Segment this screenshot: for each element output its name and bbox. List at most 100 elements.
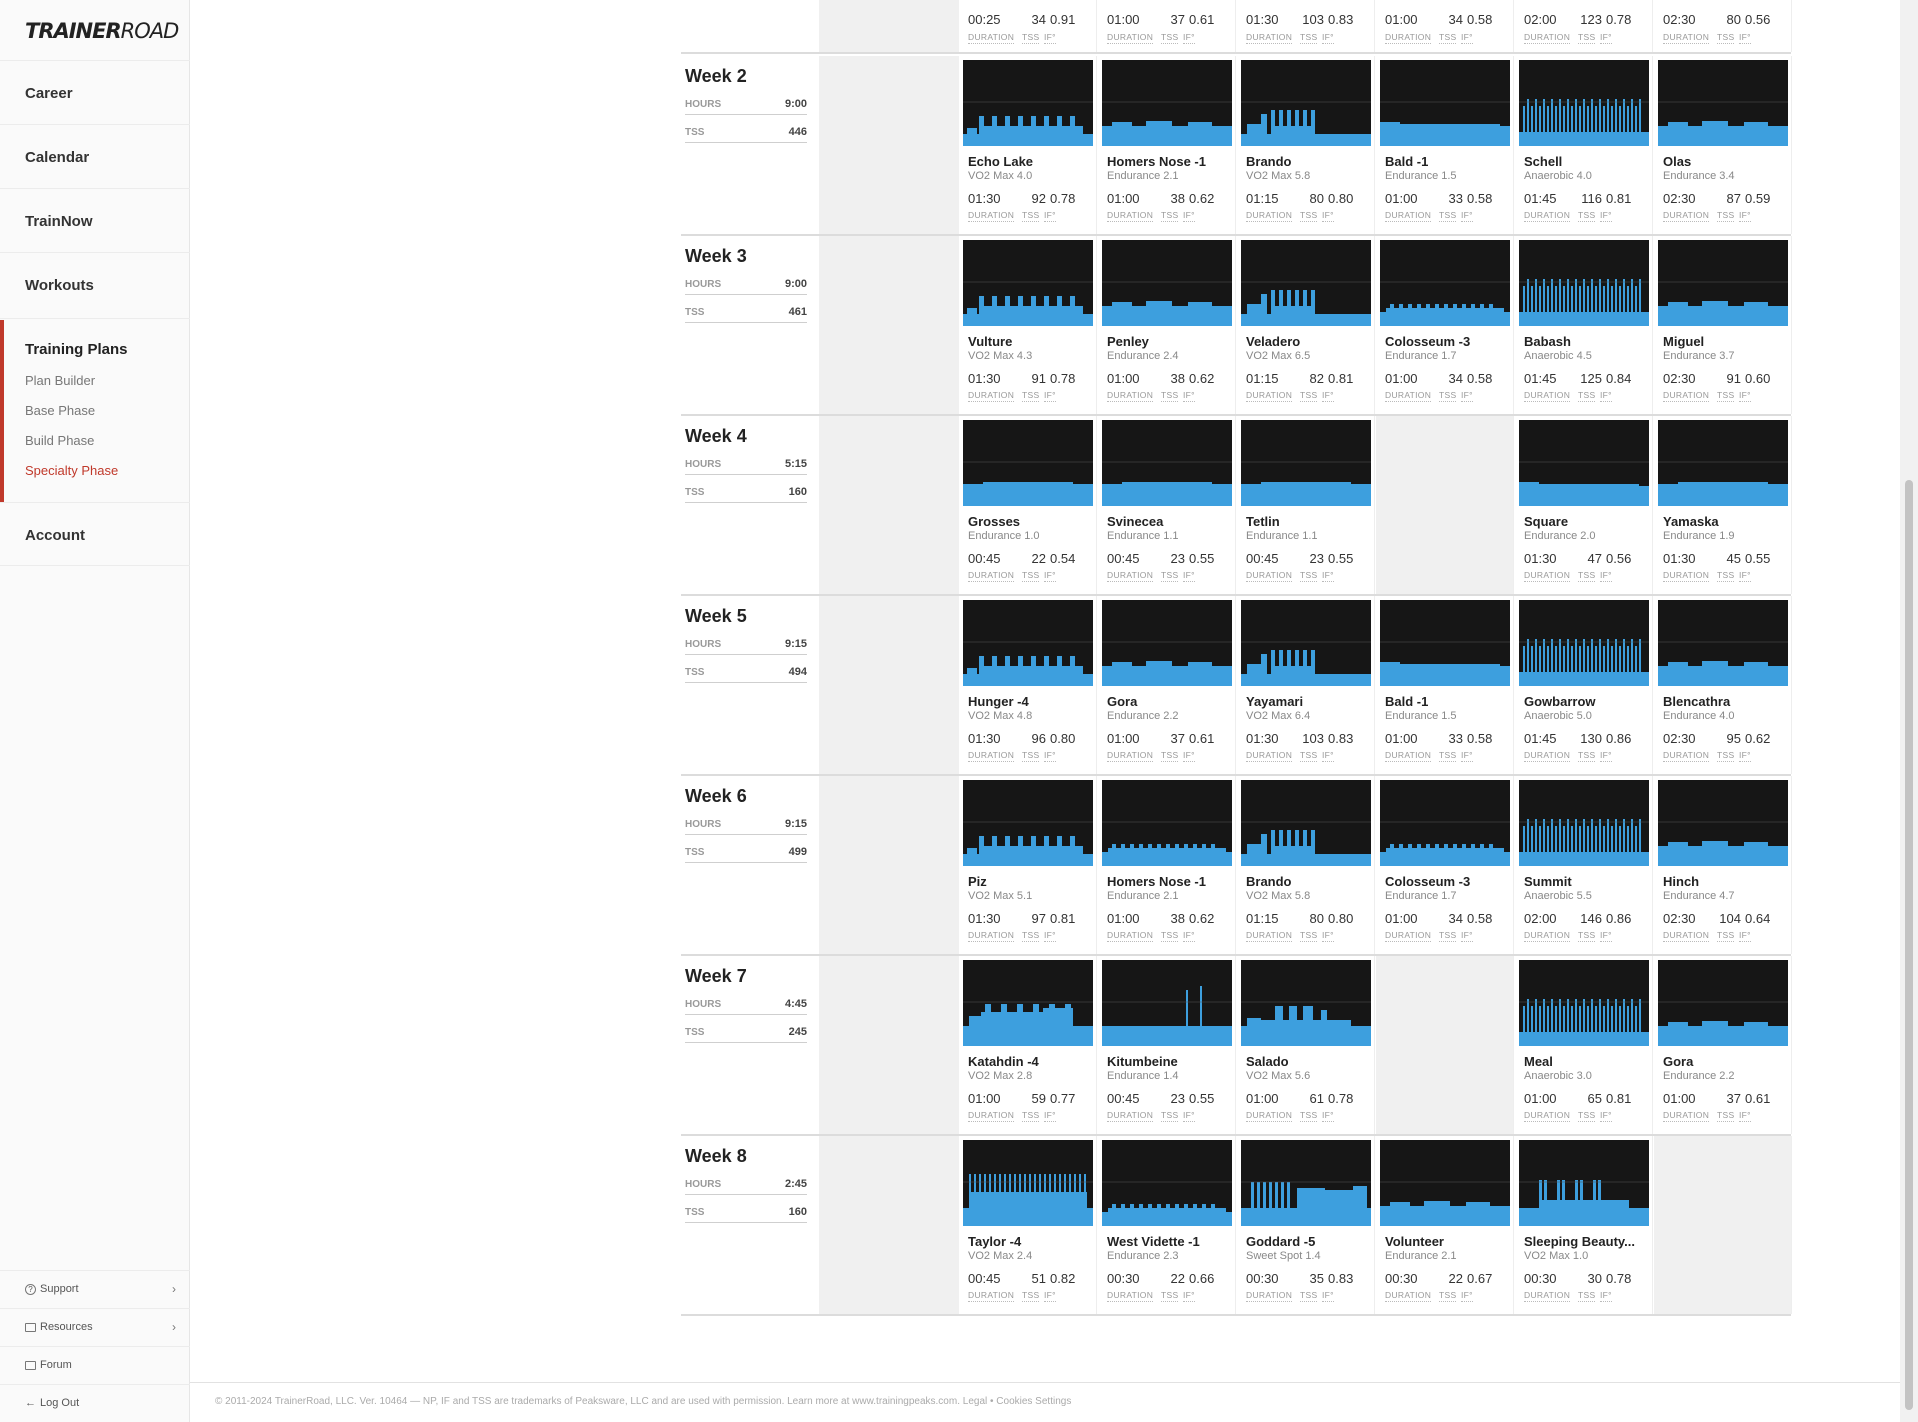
workout-name[interactable]: Homers Nose -1 xyxy=(1107,874,1231,889)
workout-name[interactable]: Tetlin xyxy=(1246,514,1370,529)
workout-graph[interactable] xyxy=(1519,1140,1649,1226)
workout-card[interactable]: Kitumbeine Endurance 1.4 00:45 23 0.55 D… xyxy=(1098,956,1236,1134)
workout-graph[interactable] xyxy=(1519,240,1649,326)
workout-graph[interactable] xyxy=(963,600,1093,686)
workout-name[interactable]: Salado xyxy=(1246,1054,1370,1069)
workout-name[interactable]: Penley xyxy=(1107,334,1231,349)
nav-career[interactable]: Career xyxy=(0,60,190,124)
workout-card[interactable]: Grosses Endurance 1.0 00:45 22 0.54 DURA… xyxy=(959,416,1097,594)
workout-graph[interactable] xyxy=(1380,60,1510,146)
workout-card[interactable]: Yamaska Endurance 1.9 01:30 45 0.55 DURA… xyxy=(1654,416,1792,594)
workout-name[interactable]: Square xyxy=(1524,514,1648,529)
workout-name[interactable]: Schell xyxy=(1524,154,1648,169)
workout-name[interactable]: West Vidette -1 xyxy=(1107,1234,1231,1249)
workout-card[interactable]: 02:00 123 0.78 DURATION TSS IF° xyxy=(1515,0,1653,52)
workout-graph[interactable] xyxy=(1380,600,1510,686)
workout-graph[interactable] xyxy=(1102,420,1232,506)
workout-name[interactable]: Katahdin -4 xyxy=(968,1054,1092,1069)
nav-training-plans-label[interactable]: Training Plans xyxy=(25,341,128,358)
workout-card[interactable]: Brando VO2 Max 5.8 01:15 80 0.80 DURATIO… xyxy=(1237,776,1375,954)
nav-calendar[interactable]: Calendar xyxy=(0,124,190,188)
workout-card[interactable]: West Vidette -1 Endurance 2.3 00:30 22 0… xyxy=(1098,1136,1236,1314)
workout-name[interactable]: Hunger -4 xyxy=(968,694,1092,709)
workout-name[interactable]: Yamaska xyxy=(1663,514,1787,529)
workout-name[interactable]: Miguel xyxy=(1663,334,1787,349)
workout-card[interactable]: Blencathra Endurance 4.0 02:30 95 0.62 D… xyxy=(1654,596,1792,774)
workout-name[interactable]: Taylor -4 xyxy=(968,1234,1092,1249)
workout-card[interactable]: Miguel Endurance 3.7 02:30 91 0.60 DURAT… xyxy=(1654,236,1792,414)
workout-graph[interactable] xyxy=(1380,1140,1510,1226)
workout-name[interactable]: Svinecea xyxy=(1107,514,1231,529)
workout-graph[interactable] xyxy=(1380,780,1510,866)
workout-name[interactable]: Echo Lake xyxy=(968,154,1092,169)
workout-name[interactable]: Olas xyxy=(1663,154,1787,169)
workout-graph[interactable] xyxy=(1102,600,1232,686)
workout-graph[interactable] xyxy=(1658,60,1788,146)
workout-card[interactable]: Brando VO2 Max 5.8 01:15 80 0.80 DURATIO… xyxy=(1237,56,1375,234)
workout-card[interactable]: Yayamari VO2 Max 6.4 01:30 103 0.83 DURA… xyxy=(1237,596,1375,774)
workout-graph[interactable] xyxy=(1102,60,1232,146)
workout-name[interactable]: Gowbarrow xyxy=(1524,694,1648,709)
workout-name[interactable]: Gora xyxy=(1663,1054,1787,1069)
workout-card[interactable]: Colosseum -3 Endurance 1.7 01:00 34 0.58… xyxy=(1376,236,1514,414)
workout-graph[interactable] xyxy=(963,1140,1093,1226)
workout-name[interactable]: Colosseum -3 xyxy=(1385,874,1509,889)
workout-name[interactable]: Brando xyxy=(1246,874,1370,889)
workout-card[interactable]: Veladero VO2 Max 6.5 01:15 82 0.81 DURAT… xyxy=(1237,236,1375,414)
workout-graph[interactable] xyxy=(1102,780,1232,866)
workout-graph[interactable] xyxy=(1658,420,1788,506)
workout-card[interactable]: 00:25 34 0.91 DURATION TSS IF° xyxy=(959,0,1097,52)
workout-card[interactable]: 01:00 37 0.61 DURATION TSS IF° xyxy=(1098,0,1236,52)
workout-graph[interactable] xyxy=(963,60,1093,146)
nav-workouts[interactable]: Workouts xyxy=(0,252,190,318)
workout-card[interactable]: 02:30 80 0.56 DURATION TSS IF° xyxy=(1654,0,1792,52)
workout-name[interactable]: Veladero xyxy=(1246,334,1370,349)
workout-graph[interactable] xyxy=(1241,60,1371,146)
workout-graph[interactable] xyxy=(1102,1140,1232,1226)
workout-name[interactable]: Hinch xyxy=(1663,874,1787,889)
workout-card[interactable]: Gora Endurance 2.2 01:00 37 0.61 DURATIO… xyxy=(1654,956,1792,1134)
workout-card[interactable]: Echo Lake VO2 Max 4.0 01:30 92 0.78 DURA… xyxy=(959,56,1097,234)
workout-name[interactable]: Piz xyxy=(968,874,1092,889)
workout-graph[interactable] xyxy=(1241,960,1371,1046)
workout-graph[interactable] xyxy=(1241,600,1371,686)
workout-card[interactable]: Bald -1 Endurance 1.5 01:00 33 0.58 DURA… xyxy=(1376,56,1514,234)
workout-graph[interactable] xyxy=(1519,60,1649,146)
workout-graph[interactable] xyxy=(1519,420,1649,506)
workout-name[interactable]: Volunteer xyxy=(1385,1234,1509,1249)
workout-graph[interactable] xyxy=(963,420,1093,506)
workout-name[interactable]: Homers Nose -1 xyxy=(1107,154,1231,169)
workout-graph[interactable] xyxy=(1519,600,1649,686)
workout-graph[interactable] xyxy=(1658,960,1788,1046)
workout-name[interactable]: Yayamari xyxy=(1246,694,1370,709)
forum-link[interactable]: Forum xyxy=(0,1346,190,1384)
workout-card[interactable]: Bald -1 Endurance 1.5 01:00 33 0.58 DURA… xyxy=(1376,596,1514,774)
resources-link[interactable]: Resources › xyxy=(0,1308,190,1346)
workout-graph[interactable] xyxy=(1241,240,1371,326)
workout-card[interactable]: Schell Anaerobic 4.0 01:45 116 0.81 DURA… xyxy=(1515,56,1653,234)
trainerroad-logo[interactable]: TRAINERROAD xyxy=(25,19,179,43)
workout-graph[interactable] xyxy=(1519,960,1649,1046)
scrollbar-thumb[interactable] xyxy=(1905,480,1913,1410)
workout-card[interactable]: Tetlin Endurance 1.1 00:45 23 0.55 DURAT… xyxy=(1237,416,1375,594)
workout-graph[interactable] xyxy=(1519,780,1649,866)
workout-card[interactable]: 01:30 103 0.83 DURATION TSS IF° xyxy=(1237,0,1375,52)
workout-name[interactable]: Babash xyxy=(1524,334,1648,349)
workout-name[interactable]: Summit xyxy=(1524,874,1648,889)
workout-card[interactable]: Volunteer Endurance 2.1 00:30 22 0.67 DU… xyxy=(1376,1136,1514,1314)
workout-card[interactable]: Hinch Endurance 4.7 02:30 104 0.64 DURAT… xyxy=(1654,776,1792,954)
workout-graph[interactable] xyxy=(963,240,1093,326)
workout-card[interactable]: Goddard -5 Sweet Spot 1.4 00:30 35 0.83 … xyxy=(1237,1136,1375,1314)
workout-name[interactable]: Sleeping Beauty... xyxy=(1524,1234,1648,1249)
workout-card[interactable]: Olas Endurance 3.4 02:30 87 0.59 DURATIO… xyxy=(1654,56,1792,234)
workout-graph[interactable] xyxy=(1241,1140,1371,1226)
nav-base-phase[interactable]: Base Phase xyxy=(25,403,95,418)
workout-graph[interactable] xyxy=(1102,960,1232,1046)
workout-card[interactable]: Meal Anaerobic 3.0 01:00 65 0.81 DURATIO… xyxy=(1515,956,1653,1134)
workout-card[interactable]: Hunger -4 VO2 Max 4.8 01:30 96 0.80 DURA… xyxy=(959,596,1097,774)
workout-name[interactable]: Blencathra xyxy=(1663,694,1787,709)
page-scrollbar[interactable] xyxy=(1900,0,1918,1422)
nav-specialty-phase[interactable]: Specialty Phase xyxy=(25,463,118,478)
workout-graph[interactable] xyxy=(1658,780,1788,866)
logout-link[interactable]: ← Log Out xyxy=(0,1384,190,1422)
